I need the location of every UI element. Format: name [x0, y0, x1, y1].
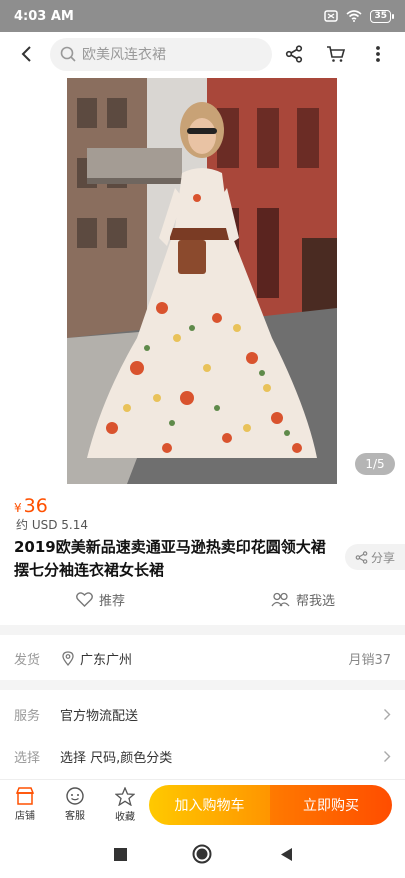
- recommend-button[interactable]: 推荐: [76, 590, 125, 609]
- price: ¥ 36: [14, 495, 48, 517]
- square-icon: [113, 847, 127, 861]
- shipping-location: 广东广州: [80, 652, 133, 668]
- wifi-icon: [346, 10, 362, 22]
- system-nav-bar: [0, 830, 405, 878]
- service-label: 服务: [14, 708, 41, 724]
- top-header: 欧美风连衣裙: [0, 32, 405, 76]
- help-pick-label: 帮我选: [296, 594, 336, 609]
- battery-icon: 35: [370, 9, 394, 23]
- section-divider: [0, 625, 405, 635]
- shipping-label: 发货: [14, 652, 41, 668]
- more-vertical-icon: [376, 46, 380, 62]
- product-title: 2019欧美新品速卖通亚马逊热卖印花圆领大裙摆七分袖连衣裙女长裙: [14, 538, 326, 579]
- share-icon: [355, 550, 368, 564]
- share-icon: [285, 45, 303, 63]
- status-time: 4:03 AM: [14, 8, 74, 24]
- usd-price: 约 USD 5.14: [16, 518, 88, 532]
- store-button[interactable]: 店铺: [0, 787, 50, 822]
- search-input[interactable]: 欧美风连衣裙: [50, 37, 272, 71]
- favorite-label: 收藏: [115, 811, 135, 823]
- cart-button[interactable]: [321, 39, 351, 69]
- service-row[interactable]: 服务 官方物流配送: [0, 694, 405, 734]
- help-pick-button[interactable]: 帮我选: [271, 590, 335, 609]
- action-row: 推荐 帮我选: [0, 590, 405, 618]
- add-to-cart-button[interactable]: 加入购物车: [149, 785, 270, 825]
- cart-icon: [327, 46, 346, 62]
- monthly-sales: 月销37: [348, 652, 391, 668]
- product-gallery[interactable]: 1/5: [0, 78, 405, 484]
- location-pin-icon: [62, 650, 74, 666]
- recents-button[interactable]: [110, 844, 130, 864]
- status-bar: 4:03 AM 35: [0, 0, 405, 32]
- more-button[interactable]: [363, 39, 393, 69]
- star-icon: [115, 786, 135, 806]
- section-divider: [0, 680, 405, 690]
- bottom-action-bar: 店铺 客服 收藏 加入购物车 立即购买: [0, 779, 405, 829]
- notification-icon: [324, 10, 339, 22]
- service-value: 官方物流配送: [60, 708, 139, 724]
- shipping-row: 发货 广东广州 月销37: [0, 638, 405, 678]
- status-icons: 35: [324, 9, 394, 23]
- nav-back-button[interactable]: [276, 844, 296, 864]
- people-icon: [271, 592, 290, 607]
- home-button[interactable]: [192, 844, 212, 864]
- home-circle-icon: [192, 844, 212, 864]
- select-options-row[interactable]: 选择 选择 尺码,颜色分类: [0, 736, 405, 776]
- share-label: 分享: [370, 550, 395, 565]
- triangle-left-icon: [280, 847, 292, 861]
- support-label: 客服: [65, 811, 85, 822]
- share-button[interactable]: [279, 39, 309, 69]
- image-counter: 1/5: [355, 453, 395, 475]
- recommend-label: 推荐: [99, 594, 126, 609]
- select-value: 选择 尺码,颜色分类: [60, 750, 173, 766]
- heart-icon: [76, 592, 93, 607]
- share-pill-button[interactable]: 分享: [345, 544, 405, 570]
- back-button[interactable]: [12, 40, 40, 68]
- search-placeholder: 欧美风连衣裙: [82, 47, 166, 63]
- currency-symbol: ¥: [14, 501, 22, 515]
- store-label: 店铺: [15, 811, 35, 822]
- chevron-right-icon: [384, 708, 391, 720]
- buy-now-button[interactable]: 立即购买: [270, 785, 392, 825]
- favorite-button[interactable]: 收藏: [100, 786, 150, 823]
- support-button[interactable]: 客服: [50, 787, 100, 822]
- select-label: 选择: [14, 750, 41, 766]
- chevron-right-icon: [384, 750, 391, 762]
- product-photo: [67, 78, 337, 484]
- chevron-left-icon: [21, 46, 31, 62]
- store-icon: [15, 787, 35, 805]
- search-icon: [60, 46, 76, 62]
- chat-face-icon: [66, 787, 84, 805]
- price-value: 36: [23, 495, 48, 517]
